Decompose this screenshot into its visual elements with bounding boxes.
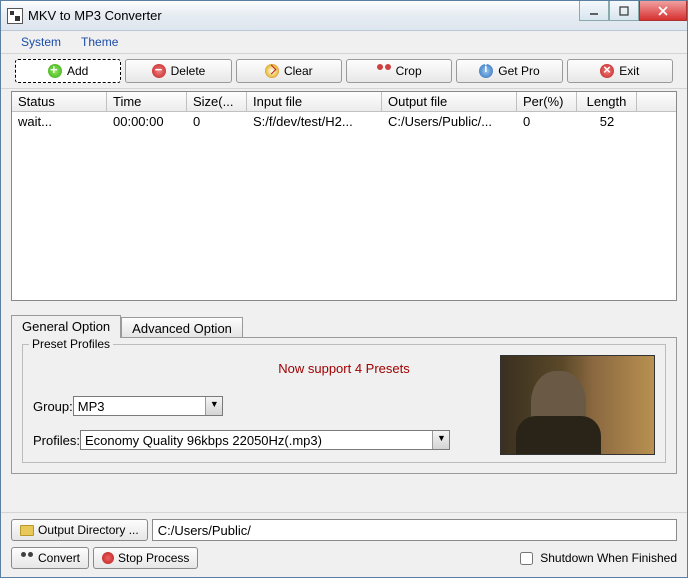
video-preview (500, 355, 655, 455)
delete-label: Delete (171, 64, 206, 78)
tab-general[interactable]: General Option (11, 315, 121, 338)
cell-size: 0 (187, 112, 247, 131)
window-title: MKV to MP3 Converter (28, 8, 579, 23)
window-controls (579, 1, 687, 21)
profiles-label: Profiles: (33, 433, 80, 448)
shutdown-label: Shutdown When Finished (540, 551, 677, 565)
group-select[interactable] (73, 396, 223, 416)
maximize-button[interactable] (609, 1, 639, 21)
add-button[interactable]: Add (15, 59, 121, 83)
table-row[interactable]: wait... 00:00:00 0 S:/f/dev/test/H2... C… (12, 112, 676, 131)
output-dir-label: Output Directory ... (38, 523, 139, 537)
group-label: Group: (33, 399, 73, 414)
clear-icon (265, 64, 279, 78)
bottom-bar: Output Directory ... Convert Stop Proces… (1, 512, 687, 577)
menubar: System Theme (1, 31, 687, 53)
preset-fieldset: Preset Profiles Now support 4 Presets Gr… (22, 344, 666, 463)
delete-button[interactable]: Delete (125, 59, 231, 83)
folder-icon (20, 525, 34, 536)
cell-length: 52 (577, 112, 637, 131)
cell-input: S:/f/dev/test/H2... (247, 112, 382, 131)
grid-header: Status Time Size(... Input file Output f… (12, 92, 676, 112)
titlebar: MKV to MP3 Converter (1, 1, 687, 31)
toolbar: Add Delete Clear Crop Get Pro Exit (1, 53, 687, 89)
info-icon (479, 64, 493, 78)
shutdown-checkbox-wrap[interactable]: Shutdown When Finished (516, 549, 677, 568)
profiles-select[interactable] (80, 430, 450, 450)
file-grid[interactable]: Status Time Size(... Input file Output f… (11, 91, 677, 301)
crop-label: Crop (396, 64, 422, 78)
convert-button[interactable]: Convert (11, 547, 89, 569)
col-size[interactable]: Size(... (187, 92, 247, 111)
option-tabs: General Option Advanced Option (11, 315, 677, 338)
menu-system[interactable]: System (11, 33, 71, 51)
crop-button[interactable]: Crop (346, 59, 452, 83)
output-path-input[interactable] (152, 519, 677, 541)
general-panel: Preset Profiles Now support 4 Presets Gr… (11, 337, 677, 474)
group-select-wrap (73, 396, 223, 416)
col-per[interactable]: Per(%) (517, 92, 577, 111)
shutdown-checkbox[interactable] (520, 552, 533, 565)
cell-output: C:/Users/Public/... (382, 112, 517, 131)
preset-legend: Preset Profiles (29, 337, 113, 351)
convert-icon (20, 551, 34, 565)
close-button[interactable] (639, 1, 687, 21)
profiles-select-wrap (80, 430, 450, 450)
add-icon (48, 64, 62, 78)
getpro-label: Get Pro (498, 64, 539, 78)
exit-label: Exit (619, 64, 639, 78)
col-status[interactable]: Status (12, 92, 107, 111)
exit-icon (600, 64, 614, 78)
app-icon (7, 8, 23, 24)
delete-icon (152, 64, 166, 78)
getpro-button[interactable]: Get Pro (456, 59, 562, 83)
stop-icon (102, 552, 114, 564)
crop-icon (377, 64, 391, 78)
exit-button[interactable]: Exit (567, 59, 673, 83)
clear-label: Clear (284, 64, 313, 78)
stop-button[interactable]: Stop Process (93, 547, 198, 569)
output-dir-button[interactable]: Output Directory ... (11, 519, 148, 541)
minimize-button[interactable] (579, 1, 609, 21)
menu-theme[interactable]: Theme (71, 33, 128, 51)
tab-advanced[interactable]: Advanced Option (121, 317, 243, 338)
app-window: MKV to MP3 Converter System Theme Add De… (0, 0, 688, 578)
cell-status: wait... (12, 112, 107, 131)
col-length[interactable]: Length (577, 92, 637, 111)
col-input[interactable]: Input file (247, 92, 382, 111)
convert-label: Convert (38, 551, 80, 565)
stop-label: Stop Process (118, 551, 189, 565)
col-time[interactable]: Time (107, 92, 187, 111)
add-label: Add (67, 64, 88, 78)
col-output[interactable]: Output file (382, 92, 517, 111)
cell-per: 0 (517, 112, 577, 131)
clear-button[interactable]: Clear (236, 59, 342, 83)
content-area: Status Time Size(... Input file Output f… (1, 89, 687, 512)
cell-time: 00:00:00 (107, 112, 187, 131)
